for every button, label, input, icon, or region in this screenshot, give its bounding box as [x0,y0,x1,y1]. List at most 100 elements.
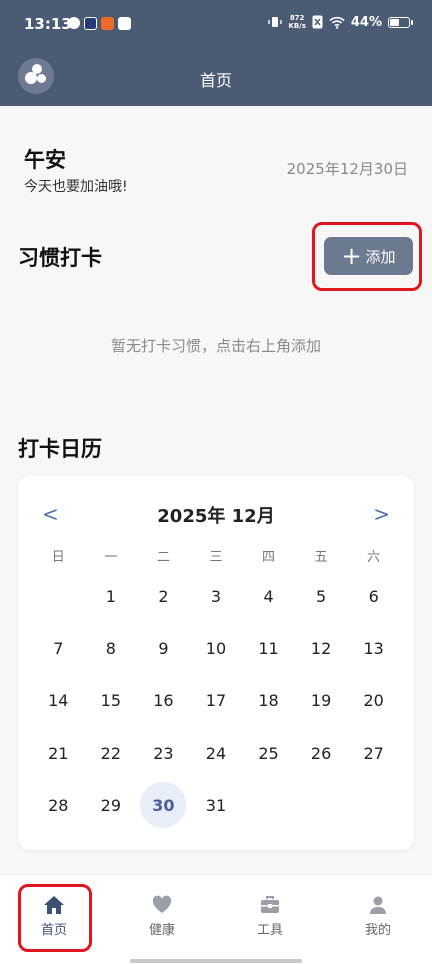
calendar-day-number: 16 [153,691,174,711]
calendar-day-number: 24 [205,743,227,763]
calendar-day-number: 18 [258,691,279,711]
calendar-day-number: 9 [158,638,169,658]
calendar-day-number: 19 [310,691,332,711]
weekday-header: 一 [104,550,118,565]
net-speed-unit: KB/s [288,22,306,30]
app-notification-icon [68,17,80,29]
calendar-grid: 日一二三四五六 1 2 3 4 5 6 7 8 9 10 11 12 13 14 15 16 17 18 19 20 21… [32,546,400,831]
habits-empty-text: 暂无打卡习惯，点击右上角添加 [110,337,321,355]
calendar-day[interactable]: 19 [295,675,348,727]
calendar-day[interactable]: 26 [295,727,348,779]
calendar-day-number: 30 [140,782,187,829]
calendar-day[interactable]: 10 [190,622,243,674]
calendar-day-number: 11 [258,638,279,658]
status-right: 872 KB/s 44% [268,14,413,30]
calendar-day[interactable]: 15 [85,675,138,727]
calendar-day-number: 22 [100,743,122,763]
calendar-day-number: 13 [363,638,384,658]
tab-profile[interactable]: 我的 [338,895,418,938]
calendar-day-number: 27 [363,743,384,763]
toolbox-icon [261,896,279,913]
calendar-day[interactable]: 24 [190,727,243,779]
wifi-icon [329,16,345,29]
calendar-day-today[interactable]: 30 [137,779,190,831]
calendar-day-number: 20 [363,691,384,711]
calendar-day-number: 7 [53,638,64,658]
tab-health-label: 健康 [148,923,175,938]
calendar-day[interactable]: 28 [32,779,85,831]
calendar-day-number: 14 [48,691,69,711]
current-date: 2025年12月30日 [286,160,408,178]
calendar-section-title: 打卡日历 [18,437,102,461]
next-month-button[interactable]: > [373,502,390,526]
calendar-day[interactable]: 22 [85,727,138,779]
tab-tools-label: 工具 [256,923,283,938]
calendar-day-number: 28 [48,795,69,815]
calendar-day[interactable]: 23 [137,727,190,779]
calendar-day-number: 23 [153,743,174,763]
net-speed: 872 KB/s [288,14,305,30]
calendar-day[interactable]: 5 [295,570,348,622]
calendar-day-number: 2 [158,586,169,606]
add-habit-button[interactable]: + 添加 [324,237,413,275]
calendar-day[interactable]: 21 [32,727,85,779]
calendar-day[interactable]: 1 [85,570,138,622]
orange-app-notification-icon [101,17,114,30]
calendar-day[interactable]: 2 [137,570,190,622]
calendar-day[interactable]: 6 [347,570,400,622]
calendar-day[interactable]: 11 [242,622,295,674]
weekday-header: 四 [262,550,276,565]
box-notification-icon [118,17,131,30]
calendar-day[interactable]: 14 [32,675,85,727]
net-speed-value: 872 [289,14,305,22]
calendar-day[interactable]: 18 [242,675,295,727]
home-tab-highlight [18,884,92,952]
calendar-day-number: 10 [205,638,227,658]
page-title: 首页 [199,71,232,90]
calendar-day[interactable]: 4 [242,570,295,622]
person-icon [370,896,386,914]
sim-off-icon [312,15,323,29]
play-notification-icon [84,17,97,30]
tab-tools[interactable]: 工具 [230,895,310,938]
plus-icon: + [341,242,362,270]
calendar-day-number [351,782,397,828]
calendar-empty-cell [295,779,348,831]
weekday-header: 六 [367,550,381,565]
calendar-day-number [298,782,344,828]
calendar-day[interactable]: 9 [137,622,190,674]
calendar-day-number: 25 [258,743,279,763]
app-bar: 首页 [0,52,432,106]
calendar-empty-cell [32,570,85,622]
calendar-day-number [246,782,292,828]
calendar-empty-cell [347,779,400,831]
calendar-day[interactable]: 13 [347,622,400,674]
calendar-empty-cell [242,779,295,831]
calendar-day[interactable]: 25 [242,727,295,779]
calendar-day[interactable]: 16 [137,675,190,727]
home-indicator [130,959,302,963]
calendar-day[interactable]: 3 [190,570,243,622]
calendar-day-number: 5 [316,586,327,606]
calendar-day[interactable]: 12 [295,622,348,674]
calendar-day[interactable]: 17 [190,675,243,727]
battery-percent: 44% [350,14,382,30]
add-habit-label: 添加 [365,247,396,266]
calendar-day[interactable]: 20 [347,675,400,727]
calendar-day-number: 4 [263,586,274,606]
calendar-day[interactable]: 31 [190,779,243,831]
calendar-day[interactable]: 27 [347,727,400,779]
calendar-day-number: 6 [368,586,379,606]
vibrate-icon [268,17,283,27]
battery-icon [388,16,413,28]
tab-health[interactable]: 健康 [122,895,202,938]
calendar-card: < 2025年 12月 > 日一二三四五六 1 2 3 4 5 6 7 8 9 10 11 12 13 14… [18,476,414,850]
calendar-day-number: 21 [48,743,69,763]
calendar-day[interactable]: 7 [32,622,85,674]
calendar-day[interactable]: 29 [85,779,138,831]
calendar-day[interactable]: 8 [85,622,138,674]
calendar-day-number: 26 [310,743,332,763]
weekday-header: 五 [314,550,328,565]
calendar-day-number: 31 [205,795,227,815]
status-time: 13:13 [24,15,72,33]
